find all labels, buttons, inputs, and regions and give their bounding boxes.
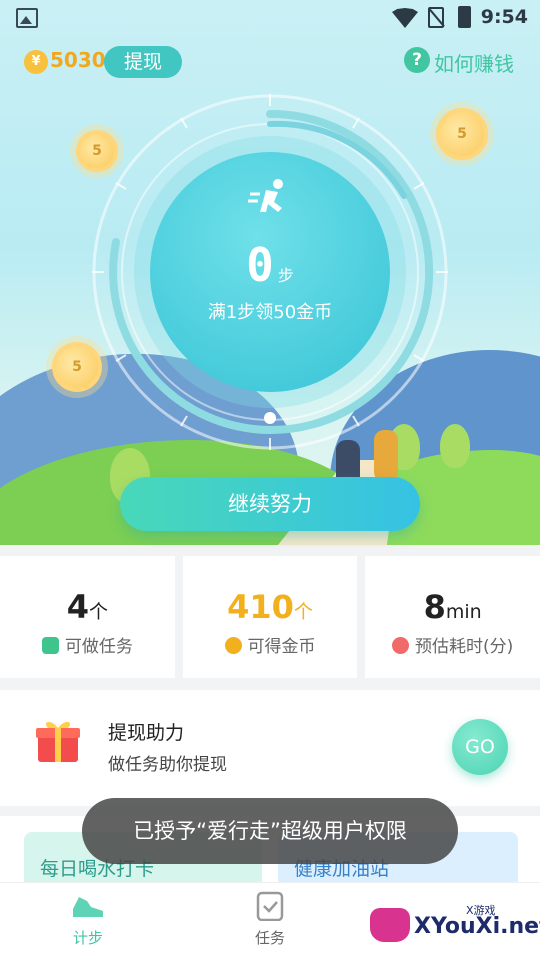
stat-number: 4 <box>66 588 89 626</box>
card-subtitle: 做任务助你提现 <box>108 755 227 775</box>
gift-icon <box>36 721 80 762</box>
gamepad-icon <box>370 908 410 942</box>
stat-number: 410 <box>227 588 294 626</box>
battery-icon <box>458 6 471 28</box>
step-unit: 步 <box>277 266 294 285</box>
gallery-icon <box>16 8 38 28</box>
stat-label-row: 可得金币 <box>183 632 358 657</box>
step-number: 0 <box>246 238 274 292</box>
stat-coins[interactable]: 410个 可得金币 <box>182 556 358 678</box>
clock-icon <box>392 637 410 654</box>
stat-label-row: 可做任务 <box>0 632 175 657</box>
task-clipboard-icon <box>253 891 287 922</box>
step-counter: 0步 满1步领50金币 <box>150 152 390 392</box>
toast-message: 已授予“爱行走”超级用户权限 <box>82 798 458 864</box>
stat-number: 8 <box>423 588 446 626</box>
no-sim-icon <box>428 7 444 28</box>
tab-label: 计步 <box>72 929 103 947</box>
withdraw-help-card[interactable]: 提现助力 做任务助你提现 GO <box>0 690 540 806</box>
stat-label-row: 预估耗时(分) <box>365 632 540 657</box>
site-watermark: X游戏 XYouXi.net <box>370 900 540 960</box>
coin-icon: ¥ <box>24 50 48 74</box>
clock-time: 9:54 <box>480 6 528 28</box>
stat-value: 8min <box>365 588 540 626</box>
stat-unit: min <box>445 601 482 623</box>
tab-tasks[interactable]: 任务 <box>230 891 310 948</box>
clipboard-check-icon <box>41 637 59 654</box>
stat-label: 预估耗时(分) <box>415 637 514 657</box>
keep-going-button[interactable]: 继续努力 <box>120 477 420 531</box>
tab-label: 任务 <box>254 929 285 947</box>
tab-steps[interactable]: 计步 <box>48 891 128 948</box>
stat-time[interactable]: 8min 预估耗时(分) <box>365 556 540 678</box>
status-bar: 9:54 <box>0 0 540 36</box>
stat-value: 4个 <box>0 588 175 626</box>
step-reward-hint: 满1步领50金币 <box>207 302 333 323</box>
shoe-icon <box>71 891 105 921</box>
stat-value: 410个 <box>183 588 358 626</box>
coin-balance: 5030 <box>50 48 106 72</box>
stat-tasks[interactable]: 4个 可做任务 <box>0 556 175 678</box>
step-count: 0步 <box>150 238 390 292</box>
top-bar: ¥ 5030 提现 ? 如何赚钱 <box>0 40 540 84</box>
stat-label: 可得金币 <box>247 637 316 657</box>
withdraw-button[interactable]: 提现 <box>104 46 182 78</box>
watermark-brand: XYouXi.net <box>414 914 540 939</box>
stat-unit: 个 <box>88 601 108 623</box>
stat-unit: 个 <box>293 601 313 623</box>
running-icon <box>248 179 283 212</box>
wifi-icon <box>392 8 418 28</box>
how-to-earn-link[interactable]: 如何赚钱 <box>434 48 514 77</box>
coin-icon <box>224 637 242 654</box>
stat-label: 可做任务 <box>64 637 133 657</box>
question-icon[interactable]: ? <box>404 47 430 73</box>
stats-row: 4个 可做任务 410个 可得金币 8min 预估耗时(分) <box>0 556 540 678</box>
card-title: 提现助力 <box>108 722 185 744</box>
go-button[interactable]: GO <box>452 719 508 775</box>
